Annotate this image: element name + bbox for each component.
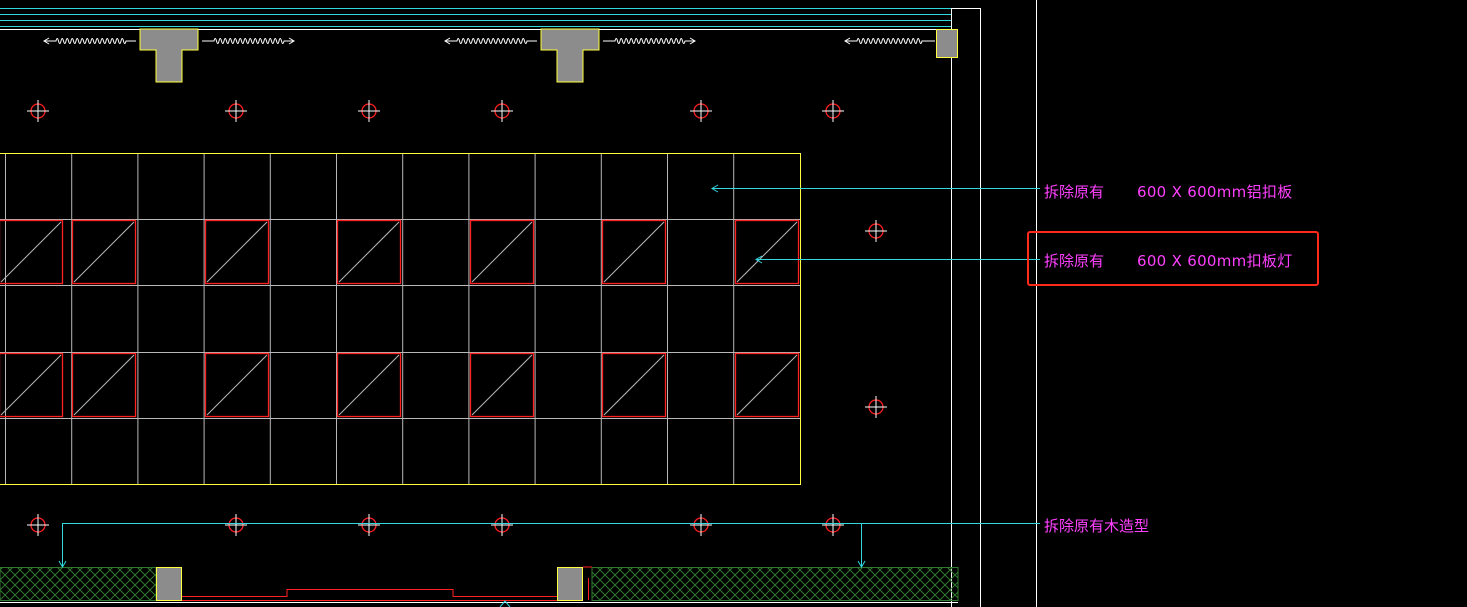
downlight-crosshair-icon [27, 100, 49, 122]
downlight-crosshair-icon [27, 514, 49, 536]
annotation-prefix: 拆除原有 [1044, 183, 1105, 201]
ac-vent-icon [844, 37, 935, 45]
downlight-crosshair-icon [865, 396, 887, 418]
panel-light-diagonal [471, 354, 533, 416]
panel-light [601, 219, 667, 285]
annotation-spec: 600 X 600mm铝扣板 [1137, 183, 1293, 201]
downlight-crosshair-icon [690, 514, 712, 536]
vent-body [603, 38, 695, 44]
panel-light [0, 219, 64, 285]
ac-vent-icon [202, 37, 295, 45]
downlights [27, 100, 887, 536]
panel-light-diagonal [0, 221, 62, 283]
panel-light [336, 219, 402, 285]
annotation-prefix: 拆除原有 [1044, 252, 1105, 270]
panel-light-diagonal [338, 354, 400, 416]
panel-light [336, 352, 402, 418]
ac-vent-icon [444, 37, 537, 45]
downlight-crosshair-icon [225, 100, 247, 122]
panel-light [71, 352, 137, 418]
wall-hatch [0, 567, 157, 601]
panel-light-diagonal [73, 221, 135, 283]
panel-light [71, 219, 137, 285]
downlight-crosshair-icon [358, 514, 380, 536]
wall-lines [0, 0, 1037, 607]
annotation-spec: 600 X 600mm扣板灯 [1137, 252, 1293, 270]
leader-arrow [499, 600, 511, 607]
downlight-crosshair-icon [491, 514, 513, 536]
ac-vent-icon [603, 37, 696, 45]
panel-light-diagonal [206, 354, 268, 416]
panel-light-diagonal [603, 221, 665, 283]
ac-vent-icon [43, 37, 136, 45]
beam-section [540, 28, 600, 83]
panel-lights [0, 219, 800, 418]
vent-body [202, 38, 294, 44]
panel-light-diagonal [0, 354, 62, 416]
panel-light [204, 352, 270, 418]
ceiling-grid [0, 153, 801, 485]
downlight-crosshair-icon [822, 514, 844, 536]
panel-light-diagonal [338, 221, 400, 283]
door-frame-line [182, 589, 557, 597]
vent-body [44, 38, 136, 44]
panel-light-diagonal [603, 354, 665, 416]
panel-light [734, 219, 800, 285]
panel-light-diagonal [73, 354, 135, 416]
vent-body [845, 38, 935, 44]
cad-drawing-canvas [0, 0, 1040, 607]
beam-sections [139, 28, 958, 83]
downlight-crosshair-icon [822, 100, 844, 122]
ceiling-outline [0, 153, 801, 485]
annotation-text: 拆除原有木造型 [1044, 517, 1150, 535]
panel-light-diagonal [471, 221, 533, 283]
bottom-wall-section [0, 566, 959, 607]
beam-section [139, 28, 199, 83]
downlight-crosshair-icon [491, 100, 513, 122]
panel-light [0, 352, 64, 418]
downlight-crosshair-icon [865, 220, 887, 242]
panel-light-diagonal [736, 221, 798, 283]
downlight-crosshair-icon [358, 100, 380, 122]
panel-light-diagonal [206, 221, 268, 283]
panel-light [204, 219, 270, 285]
panel-light [469, 219, 535, 285]
beam-section [936, 29, 958, 58]
downlight-crosshair-icon [225, 514, 247, 536]
panel-light [601, 352, 667, 418]
column-section [156, 567, 182, 601]
panel-light-diagonal [736, 354, 798, 416]
wall-hatch [591, 567, 959, 601]
column-section [557, 567, 583, 601]
panel-light [734, 352, 800, 418]
downlight-crosshair-icon [690, 100, 712, 122]
panel-light [469, 352, 535, 418]
vent-body [445, 38, 537, 44]
